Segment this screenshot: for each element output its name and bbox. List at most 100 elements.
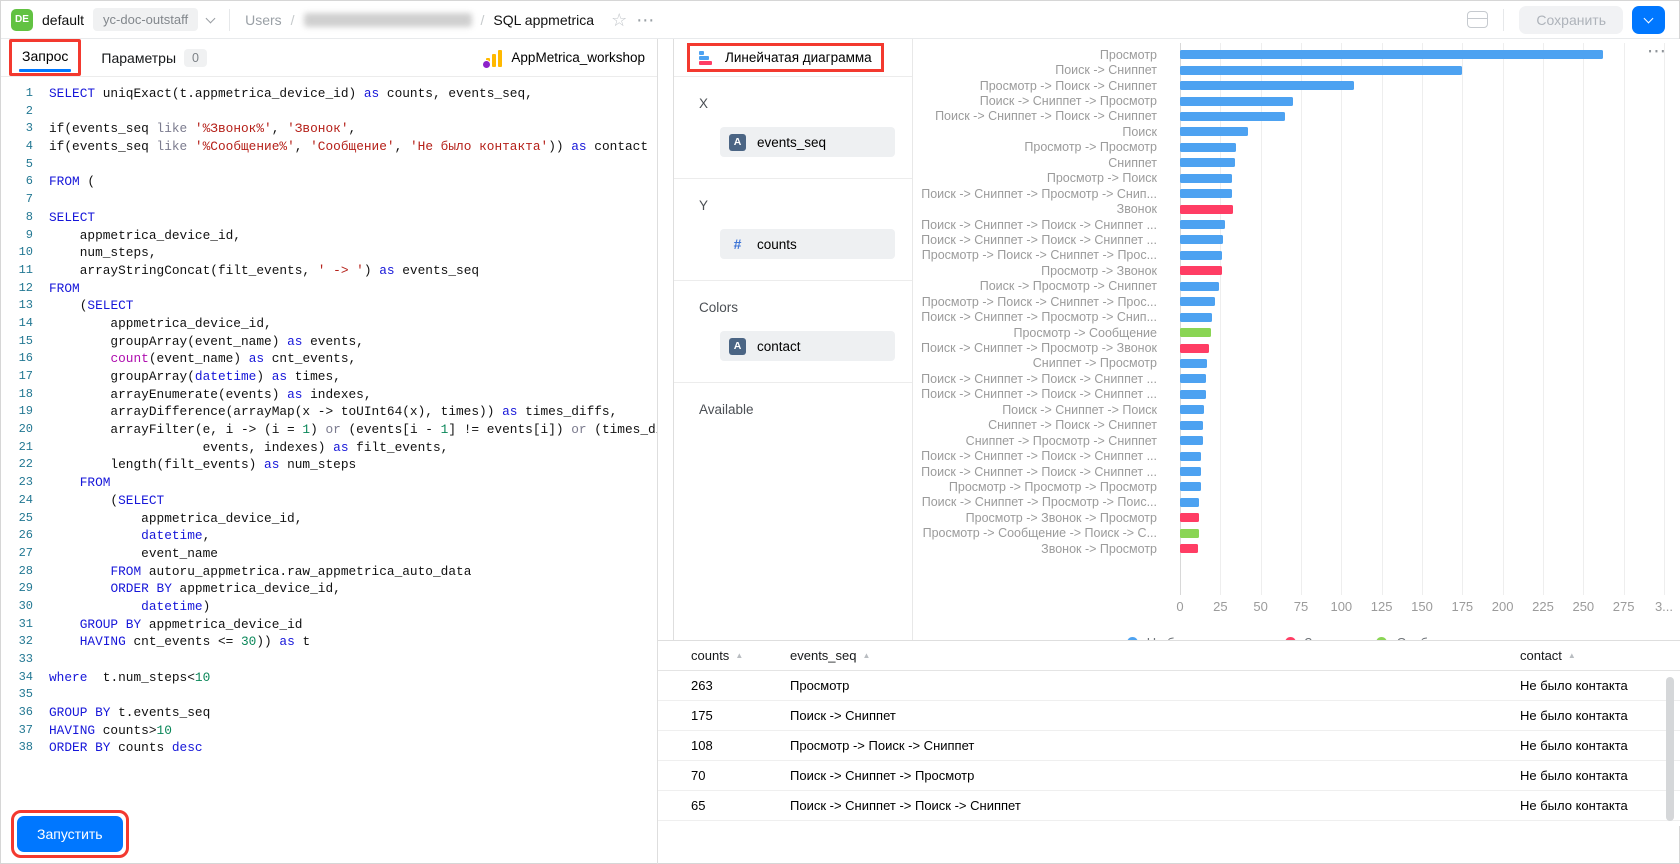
code-line[interactable]: 19 arrayDifference(arrayMap(x -> toUInt6… xyxy=(1,403,657,421)
chart-bar[interactable] xyxy=(1180,452,1201,461)
code-line[interactable]: 20 arrayFilter(e, i -> (i = 1) or (event… xyxy=(1,421,657,439)
column-header-events_seq[interactable]: events_seq▲ xyxy=(790,648,1520,663)
code-line[interactable]: 26 datetime, xyxy=(1,527,657,545)
chart-bar[interactable] xyxy=(1180,482,1201,491)
code-token: desc xyxy=(172,740,203,755)
chart-bar[interactable] xyxy=(1180,328,1211,337)
breadcrumb-users[interactable]: Users xyxy=(245,12,282,28)
code-line[interactable]: 12FROM xyxy=(1,280,657,298)
code-line[interactable]: 36GROUP BY t.events_seq xyxy=(1,704,657,722)
save-button[interactable]: Сохранить xyxy=(1519,6,1623,34)
chart-bar[interactable] xyxy=(1180,544,1198,553)
chart-bar[interactable] xyxy=(1180,513,1199,522)
tab-parameters[interactable]: Параметры 0 xyxy=(101,49,207,67)
chart-bar[interactable] xyxy=(1180,112,1285,121)
code-line[interactable]: 16 count(event_name) as cnt_events, xyxy=(1,350,657,368)
chart-type-selector[interactable]: Линейчатая диаграмма xyxy=(725,50,872,65)
tab-query[interactable]: Запрос xyxy=(22,48,68,64)
chart-bar[interactable] xyxy=(1180,390,1206,399)
code-line[interactable]: 28 FROM autoru_appmetrica.raw_appmetrica… xyxy=(1,563,657,581)
line-number: 26 xyxy=(1,527,33,545)
code-line[interactable]: 4if(events_seq like '%Сообщение%', 'Сооб… xyxy=(1,138,657,156)
service-logo[interactable]: DE xyxy=(11,9,33,31)
column-header-contact[interactable]: contact▲ xyxy=(1520,648,1680,663)
code-line[interactable]: 29 ORDER BY appmetrica_device_id, xyxy=(1,580,657,598)
code-line[interactable]: 25 appmetrica_device_id, xyxy=(1,510,657,528)
code-line[interactable]: 23 FROM xyxy=(1,474,657,492)
chart-bar[interactable] xyxy=(1180,235,1223,244)
code-line[interactable]: 10 num_steps, xyxy=(1,244,657,262)
chart-category-label: Звонок -> Просмотр xyxy=(913,542,1169,556)
code-line[interactable]: 18 arrayEnumerate(events) as indexes, xyxy=(1,386,657,404)
code-line[interactable]: 1SELECT uniqExact(t.appmetrica_device_id… xyxy=(1,85,657,103)
code-line[interactable]: 15 groupArray(event_name) as events, xyxy=(1,333,657,351)
code-line[interactable]: 37HAVING counts>10 xyxy=(1,722,657,740)
code-line[interactable]: 21 events, indexes) as filt_events, xyxy=(1,439,657,457)
favorite-star-icon[interactable]: ☆ xyxy=(611,11,627,29)
code-line[interactable]: 6FROM ( xyxy=(1,173,657,191)
code-line[interactable]: 13 (SELECT xyxy=(1,297,657,315)
more-menu-icon[interactable]: ⋯ xyxy=(636,11,655,29)
chart-bar[interactable] xyxy=(1180,189,1232,198)
code-line[interactable]: 32 HAVING cnt_events <= 30)) as t xyxy=(1,633,657,651)
chart-bar[interactable] xyxy=(1180,81,1354,90)
sql-editor[interactable]: 1SELECT uniqExact(t.appmetrica_device_id… xyxy=(1,77,657,777)
folder-selector-chip[interactable]: yc-doc-outstaff xyxy=(93,8,198,31)
code-line[interactable]: 27 event_name xyxy=(1,545,657,563)
code-line[interactable]: 30 datetime) xyxy=(1,598,657,616)
chart-bar[interactable] xyxy=(1180,220,1225,229)
chart-bar[interactable] xyxy=(1180,359,1207,368)
shelf-label-available: Available xyxy=(699,402,912,417)
chart-bar[interactable] xyxy=(1180,127,1248,136)
chart-bar[interactable] xyxy=(1180,174,1232,183)
code-line[interactable]: 2 xyxy=(1,103,657,121)
chart-bar[interactable] xyxy=(1180,50,1603,59)
code-line[interactable]: 8SELECT xyxy=(1,209,657,227)
chart-bar[interactable] xyxy=(1180,436,1203,445)
chart-bar[interactable] xyxy=(1180,266,1222,275)
connection-link[interactable]: AppMetrica_workshop xyxy=(485,49,645,67)
chart-bar[interactable] xyxy=(1180,374,1206,383)
chart-bar[interactable] xyxy=(1180,282,1219,291)
column-header-counts[interactable]: counts▲ xyxy=(658,648,790,663)
code-line[interactable]: 7 xyxy=(1,191,657,209)
code-line[interactable]: 38ORDER BY counts desc xyxy=(1,739,657,757)
run-query-button[interactable]: Запустить xyxy=(17,816,123,852)
field-chip-events_seq[interactable]: Aevents_seq xyxy=(720,127,895,157)
chart-bar[interactable] xyxy=(1180,97,1293,106)
code-line[interactable]: 17 groupArray(datetime) as times, xyxy=(1,368,657,386)
chart-bar[interactable] xyxy=(1180,158,1235,167)
chart-bar[interactable] xyxy=(1180,421,1203,430)
code-line[interactable]: 24 (SELECT xyxy=(1,492,657,510)
chart-bar[interactable] xyxy=(1180,297,1215,306)
line-number: 32 xyxy=(1,633,33,651)
code-line[interactable]: 5 xyxy=(1,156,657,174)
code-line[interactable]: 14 appmetrica_device_id, xyxy=(1,315,657,333)
chart-bar[interactable] xyxy=(1180,143,1236,152)
code-line[interactable]: 33 xyxy=(1,651,657,669)
code-line[interactable]: 9 appmetrica_device_id, xyxy=(1,227,657,245)
chart-bar[interactable] xyxy=(1180,344,1209,353)
field-chip-counts[interactable]: #counts xyxy=(720,229,895,259)
layout-toggle-icon[interactable] xyxy=(1467,11,1488,28)
code-line[interactable]: 22 length(filt_events) as num_steps xyxy=(1,456,657,474)
chart-bar[interactable] xyxy=(1180,251,1222,260)
chart-bar[interactable] xyxy=(1180,467,1201,476)
save-dropdown-button[interactable] xyxy=(1632,6,1665,34)
code-line[interactable]: 35 xyxy=(1,686,657,704)
table-scrollbar[interactable] xyxy=(1666,677,1674,821)
code-line[interactable]: 3if(events_seq like '%Звонок%', 'Звонок'… xyxy=(1,120,657,138)
code-line[interactable]: 34where t.num_steps<10 xyxy=(1,669,657,687)
field-chip-contact[interactable]: Acontact xyxy=(720,331,895,361)
chart-bar[interactable] xyxy=(1180,205,1233,214)
panel-resizer[interactable] xyxy=(658,39,673,678)
chart-bar[interactable] xyxy=(1180,66,1462,75)
chart-bar[interactable] xyxy=(1180,529,1199,538)
chart-bar[interactable] xyxy=(1180,498,1199,507)
chart-bar[interactable] xyxy=(1180,405,1204,414)
chevron-down-icon[interactable] xyxy=(206,13,216,23)
code-line[interactable]: 31 GROUP BY appmetrica_device_id xyxy=(1,616,657,634)
code-text: FROM autoru_appmetrica.raw_appmetrica_au… xyxy=(33,563,471,581)
code-line[interactable]: 11 arrayStringConcat(filt_events, ' -> '… xyxy=(1,262,657,280)
chart-bar[interactable] xyxy=(1180,313,1212,322)
